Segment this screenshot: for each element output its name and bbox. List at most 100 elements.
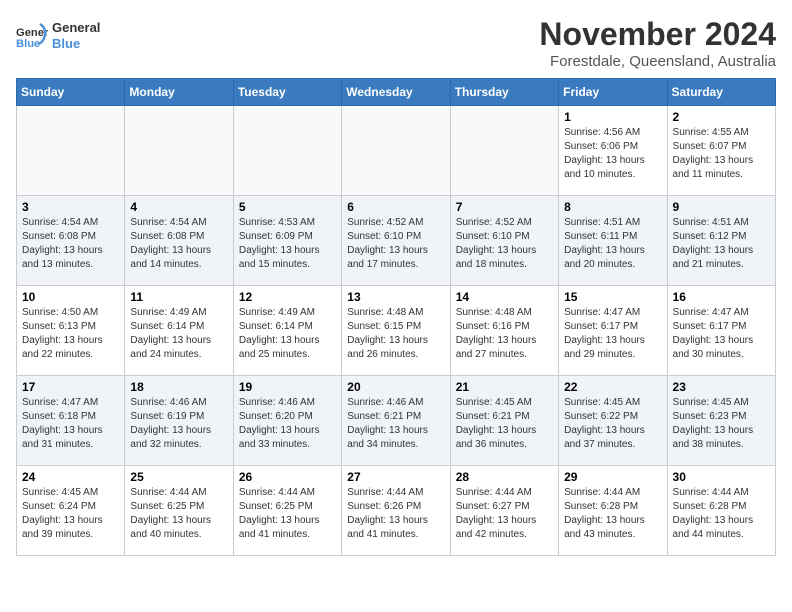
calendar-week-5: 24 Sunrise: 4:45 AM Sunset: 6:24 PM Dayli…	[17, 466, 776, 556]
day-info: Sunrise: 4:49 AM Sunset: 6:14 PM Dayligh…	[239, 306, 336, 362]
calendar-cell: 21Sunrise: 4:45 AM Sunset: 6:21 PM Dayli…	[450, 376, 558, 466]
day-number: 4	[130, 200, 227, 214]
calendar-cell: 26 Sunrise: 4:44 AM Sunset: 6:25 PM Dayli…	[233, 466, 341, 556]
calendar-cell: 12 Sunrise: 4:49 AM Sunset: 6:14 PM Dayli…	[233, 286, 341, 376]
day-info: Sunrise: 4:44 AM Sunset: 6:25 PM Dayligh…	[130, 486, 227, 542]
calendar-cell: 27 Sunrise: 4:44 AM Sunset: 6:26 PM Dayli…	[342, 466, 450, 556]
calendar-cell	[450, 106, 558, 196]
day-info: Sunrise: 4:50 AM Sunset: 6:13 PM Dayligh…	[22, 306, 119, 362]
calendar-cell: 19Sunrise: 4:46 AM Sunset: 6:20 PM Dayli…	[233, 376, 341, 466]
calendar-week-3: 10 Sunrise: 4:50 AM Sunset: 6:13 PM Dayli…	[17, 286, 776, 376]
day-info: Sunrise: 4:44 AM Sunset: 6:25 PM Dayligh…	[239, 486, 336, 542]
day-number: 19	[239, 380, 336, 394]
day-number: 27	[347, 470, 444, 484]
day-number: 7	[456, 200, 553, 214]
day-number: 12	[239, 290, 336, 304]
col-header-tuesday: Tuesday	[233, 79, 341, 106]
col-header-saturday: Saturday	[667, 79, 775, 106]
day-number: 14	[456, 290, 553, 304]
calendar-header: SundayMondayTuesdayWednesdayThursdayFrid…	[17, 79, 776, 106]
calendar-cell: 9 Sunrise: 4:51 AM Sunset: 6:12 PM Daylig…	[667, 196, 775, 286]
calendar-week-1: 1Sunrise: 4:56 AM Sunset: 6:06 PM Daylig…	[17, 106, 776, 196]
calendar-cell: 28 Sunrise: 4:44 AM Sunset: 6:27 PM Dayli…	[450, 466, 558, 556]
day-info: Sunrise: 4:48 AM Sunset: 6:16 PM Dayligh…	[456, 306, 553, 362]
day-info: Sunrise: 4:44 AM Sunset: 6:28 PM Dayligh…	[673, 486, 770, 542]
calendar-cell: 5 Sunrise: 4:53 AM Sunset: 6:09 PM Daylig…	[233, 196, 341, 286]
calendar-cell: 4Sunrise: 4:54 AM Sunset: 6:08 PM Daylig…	[125, 196, 233, 286]
day-info: Sunrise: 4:44 AM Sunset: 6:28 PM Dayligh…	[564, 486, 661, 542]
calendar-cell	[233, 106, 341, 196]
day-number: 9	[673, 200, 770, 214]
calendar-cell: 8Sunrise: 4:51 AM Sunset: 6:11 PM Daylig…	[559, 196, 667, 286]
day-number: 29	[564, 470, 661, 484]
calendar-cell: 10 Sunrise: 4:50 AM Sunset: 6:13 PM Dayli…	[17, 286, 125, 376]
calendar-cell: 30 Sunrise: 4:44 AM Sunset: 6:28 PM Dayli…	[667, 466, 775, 556]
day-number: 30	[673, 470, 770, 484]
day-info: Sunrise: 4:47 AM Sunset: 6:18 PM Dayligh…	[22, 396, 119, 452]
day-number: 26	[239, 470, 336, 484]
calendar-cell	[125, 106, 233, 196]
calendar-cell: 23 Sunrise: 4:45 AM Sunset: 6:23 PM Dayli…	[667, 376, 775, 466]
col-header-monday: Monday	[125, 79, 233, 106]
calendar-table: SundayMondayTuesdayWednesdayThursdayFrid…	[16, 78, 776, 556]
day-number: 17	[22, 380, 119, 394]
day-number: 13	[347, 290, 444, 304]
day-info: Sunrise: 4:45 AM Sunset: 6:24 PM Dayligh…	[22, 486, 119, 542]
day-info: Sunrise: 4:52 AM Sunset: 6:10 PM Dayligh…	[347, 216, 444, 272]
calendar-cell: 25 Sunrise: 4:44 AM Sunset: 6:25 PM Dayli…	[125, 466, 233, 556]
calendar-cell: 18 Sunrise: 4:46 AM Sunset: 6:19 PM Dayli…	[125, 376, 233, 466]
logo-text-line1: General	[52, 20, 100, 36]
calendar-cell: 13 Sunrise: 4:48 AM Sunset: 6:15 PM Dayli…	[342, 286, 450, 376]
calendar-cell	[342, 106, 450, 196]
calendar-cell: 3Sunrise: 4:54 AM Sunset: 6:08 PM Daylig…	[17, 196, 125, 286]
day-number: 8	[564, 200, 661, 214]
col-header-sunday: Sunday	[17, 79, 125, 106]
calendar-cell: 20 Sunrise: 4:46 AM Sunset: 6:21 PM Dayli…	[342, 376, 450, 466]
day-info: Sunrise: 4:45 AM Sunset: 6:21 PM Dayligh…	[456, 396, 553, 452]
day-number: 22	[564, 380, 661, 394]
logo-text-line2: Blue	[52, 36, 100, 52]
day-info: Sunrise: 4:45 AM Sunset: 6:22 PM Dayligh…	[564, 396, 661, 452]
day-number: 11	[130, 290, 227, 304]
col-header-friday: Friday	[559, 79, 667, 106]
day-number: 20	[347, 380, 444, 394]
day-number: 24	[22, 470, 119, 484]
day-number: 5	[239, 200, 336, 214]
day-info: Sunrise: 4:52 AM Sunset: 6:10 PM Dayligh…	[456, 216, 553, 272]
day-number: 23	[673, 380, 770, 394]
day-info: Sunrise: 4:53 AM Sunset: 6:09 PM Dayligh…	[239, 216, 336, 272]
day-info: Sunrise: 4:44 AM Sunset: 6:26 PM Dayligh…	[347, 486, 444, 542]
day-info: Sunrise: 4:51 AM Sunset: 6:12 PM Dayligh…	[673, 216, 770, 272]
svg-text:Blue: Blue	[16, 38, 40, 50]
logo-icon: General Blue	[16, 20, 48, 52]
day-number: 18	[130, 380, 227, 394]
day-info: Sunrise: 4:46 AM Sunset: 6:19 PM Dayligh…	[130, 396, 227, 452]
day-info: Sunrise: 4:44 AM Sunset: 6:27 PM Dayligh…	[456, 486, 553, 542]
header: General Blue General Blue November 2024 …	[16, 16, 776, 70]
day-number: 16	[673, 290, 770, 304]
day-info: Sunrise: 4:48 AM Sunset: 6:15 PM Dayligh…	[347, 306, 444, 362]
day-number: 25	[130, 470, 227, 484]
calendar-cell: 1Sunrise: 4:56 AM Sunset: 6:06 PM Daylig…	[559, 106, 667, 196]
day-info: Sunrise: 4:45 AM Sunset: 6:23 PM Dayligh…	[673, 396, 770, 452]
calendar-cell: 17 Sunrise: 4:47 AM Sunset: 6:18 PM Dayli…	[17, 376, 125, 466]
day-number: 10	[22, 290, 119, 304]
calendar-cell: 7 Sunrise: 4:52 AM Sunset: 6:10 PM Daylig…	[450, 196, 558, 286]
logo: General Blue General Blue	[16, 20, 100, 52]
day-info: Sunrise: 4:46 AM Sunset: 6:21 PM Dayligh…	[347, 396, 444, 452]
calendar-cell: 11Sunrise: 4:49 AM Sunset: 6:14 PM Dayli…	[125, 286, 233, 376]
day-number: 15	[564, 290, 661, 304]
day-number: 1	[564, 110, 661, 124]
calendar-week-2: 3Sunrise: 4:54 AM Sunset: 6:08 PM Daylig…	[17, 196, 776, 286]
day-number: 28	[456, 470, 553, 484]
calendar-cell: 29 Sunrise: 4:44 AM Sunset: 6:28 PM Dayli…	[559, 466, 667, 556]
calendar-cell: 15Sunrise: 4:47 AM Sunset: 6:17 PM Dayli…	[559, 286, 667, 376]
title-area: November 2024 Forestdale, Queensland, Au…	[539, 16, 776, 70]
day-number: 6	[347, 200, 444, 214]
calendar-cell	[17, 106, 125, 196]
calendar-cell: 22 Sunrise: 4:45 AM Sunset: 6:22 PM Dayli…	[559, 376, 667, 466]
page-subtitle: Forestdale, Queensland, Australia	[539, 53, 776, 70]
day-number: 2	[673, 110, 770, 124]
calendar-cell: 6 Sunrise: 4:52 AM Sunset: 6:10 PM Daylig…	[342, 196, 450, 286]
day-info: Sunrise: 4:47 AM Sunset: 6:17 PM Dayligh…	[673, 306, 770, 362]
